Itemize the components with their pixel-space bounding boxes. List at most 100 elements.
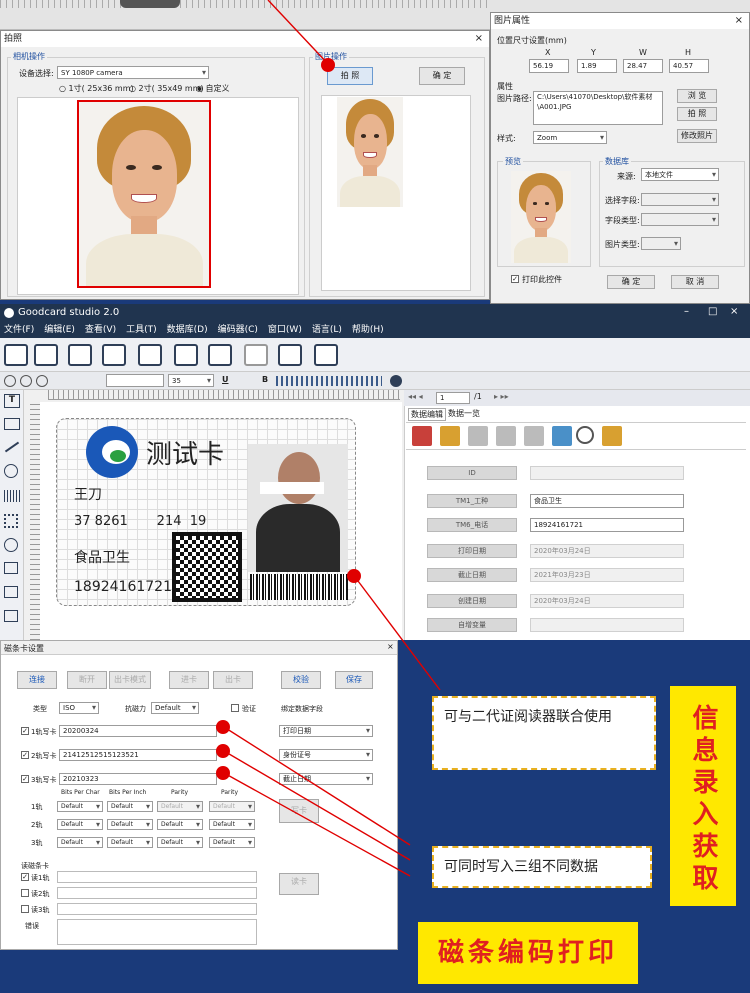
nav-page-input[interactable]: 1 [436, 392, 470, 404]
ok-button[interactable]: 确 定 [607, 275, 655, 289]
coercive-select[interactable]: Default [151, 702, 199, 714]
tab-data-edit[interactable]: 数据编辑 [408, 408, 446, 421]
camera-tool-icon[interactable] [4, 538, 18, 552]
track-bind-select[interactable]: 截止日期 [279, 773, 373, 785]
qrcode-tool-icon[interactable] [4, 514, 18, 528]
field-value[interactable] [530, 618, 684, 632]
menu-language[interactable]: 语言(L) [312, 325, 342, 335]
rotate-tool-icon[interactable] [4, 610, 18, 622]
text-tool-icon[interactable]: T [4, 394, 20, 408]
menu-encoder[interactable]: 编码器(C) [218, 325, 258, 335]
pic-type-select[interactable] [641, 237, 681, 250]
print-preview-icon[interactable] [174, 344, 198, 366]
eject-mode-button[interactable]: 出卡模式 [109, 671, 151, 689]
field-value[interactable]: 食品卫生 [530, 494, 684, 508]
db-connect-icon[interactable] [278, 344, 302, 366]
eraser-tool-icon[interactable] [4, 562, 18, 574]
delete-record-icon[interactable] [496, 426, 516, 446]
menu-window[interactable]: 窗口(W) [268, 325, 302, 335]
param-select[interactable]: Default [107, 819, 153, 830]
open-folder-icon[interactable] [34, 344, 58, 366]
search-record-icon[interactable] [576, 426, 594, 444]
param-select[interactable]: Default [157, 819, 203, 830]
import-record-icon[interactable] [552, 426, 572, 446]
feed-button[interactable]: 进卡 [169, 671, 209, 689]
field-value[interactable]: 2020年03月24日 [530, 544, 684, 558]
field-value[interactable]: 18924161721 [530, 518, 684, 532]
field-select[interactable] [641, 193, 719, 206]
track-bind-select[interactable]: 身份证号 [279, 749, 373, 761]
bold-icon[interactable]: B [262, 375, 268, 384]
x-input[interactable]: 56.19 [529, 59, 569, 73]
menu-database[interactable]: 数据库(D) [167, 325, 208, 335]
field-value[interactable]: 2021年03月23日 [530, 568, 684, 582]
confirm-button[interactable]: 确 定 [419, 67, 465, 85]
w-input[interactable]: 28.47 [623, 59, 663, 73]
param-select[interactable]: Default [209, 801, 255, 812]
zoom-fit-icon[interactable] [36, 375, 48, 387]
font-name-select[interactable] [106, 374, 164, 387]
param-select[interactable]: Default [157, 837, 203, 848]
read-track-2-checkbox[interactable] [21, 889, 29, 897]
close-icon[interactable]: × [387, 642, 394, 651]
write-card-button[interactable]: 写卡 [279, 799, 319, 823]
add-record-icon[interactable] [412, 426, 432, 446]
underline-icon[interactable]: U [222, 375, 229, 384]
save-record-icon[interactable] [602, 426, 622, 446]
eject-button[interactable]: 出卡 [213, 671, 253, 689]
menu-edit[interactable]: 编辑(E) [44, 325, 75, 335]
y-input[interactable]: 1.89 [577, 59, 617, 73]
save-icon[interactable] [68, 344, 92, 366]
close-icon[interactable]: × [730, 306, 738, 317]
disconnect-button[interactable]: 断开 [67, 671, 107, 689]
edit-record-icon[interactable] [468, 426, 488, 446]
align-icons[interactable] [276, 376, 382, 386]
tab-data-list[interactable]: 数据一览 [446, 408, 482, 419]
close-icon[interactable]: × [475, 31, 483, 47]
photo-button[interactable]: 拍 照 [677, 107, 717, 121]
connect-button[interactable]: 连接 [17, 671, 57, 689]
source-select[interactable]: 本地文件 [641, 168, 719, 181]
size-option-2[interactable]: ○ 2寸( 35x49 mm) [129, 83, 204, 94]
verify-button[interactable]: 校验 [281, 671, 321, 689]
browse-button[interactable]: 浏 览 [677, 89, 717, 103]
track-value-input[interactable]: 21412512515123521 [59, 749, 217, 761]
image-tool-icon[interactable] [4, 418, 20, 430]
param-select[interactable]: Default [209, 837, 255, 848]
shape-tool-icon[interactable] [4, 464, 18, 478]
field-value[interactable]: 2020年03月24日 [530, 594, 684, 608]
nav-next-icon[interactable]: ▸ ▸▸ [494, 392, 509, 401]
verify-checkbox[interactable] [231, 704, 239, 712]
param-select[interactable]: Default [107, 837, 153, 848]
type-select[interactable] [641, 213, 719, 226]
print-checkbox[interactable]: ✓ [511, 275, 519, 283]
menu-help[interactable]: 帮助(H) [352, 325, 384, 335]
copy-record-icon[interactable] [524, 426, 544, 446]
param-select[interactable]: Default [57, 819, 103, 830]
minimize-icon[interactable]: – [684, 306, 689, 317]
track-checkbox[interactable]: ✓ [21, 727, 29, 735]
param-select[interactable]: Default [57, 801, 103, 812]
capture-button[interactable]: 拍 照 [327, 67, 373, 85]
modify-photo-button[interactable]: 修改照片 [677, 129, 717, 143]
param-select[interactable]: Default [107, 801, 153, 812]
database-icon[interactable] [244, 344, 268, 366]
read-track-3-checkbox[interactable] [21, 905, 29, 913]
read-card-button[interactable]: 读卡 [279, 873, 319, 895]
nav-prev-icon[interactable]: ◂◂ ◂ [408, 392, 423, 401]
menu-tools[interactable]: 工具(T) [126, 325, 157, 335]
cancel-button[interactable]: 取 消 [671, 275, 719, 289]
card-design-icon[interactable] [208, 344, 232, 366]
type-select[interactable]: ISO [59, 702, 99, 714]
encoder-icon[interactable] [314, 344, 338, 366]
new-file-icon[interactable] [4, 344, 28, 366]
size-option-3[interactable]: ◉ 自定义 [196, 83, 230, 94]
size-option-1[interactable]: ○ 1寸( 25x36 mm) [59, 83, 134, 94]
save-as-icon[interactable] [102, 344, 126, 366]
track-value-input[interactable]: 20200324 [59, 725, 217, 737]
zoom-out-icon[interactable] [20, 375, 32, 387]
close-icon[interactable]: × [735, 13, 743, 29]
frame-tool-icon[interactable] [4, 586, 18, 598]
palette-icon[interactable] [390, 375, 402, 387]
param-select[interactable]: Default [157, 801, 203, 812]
